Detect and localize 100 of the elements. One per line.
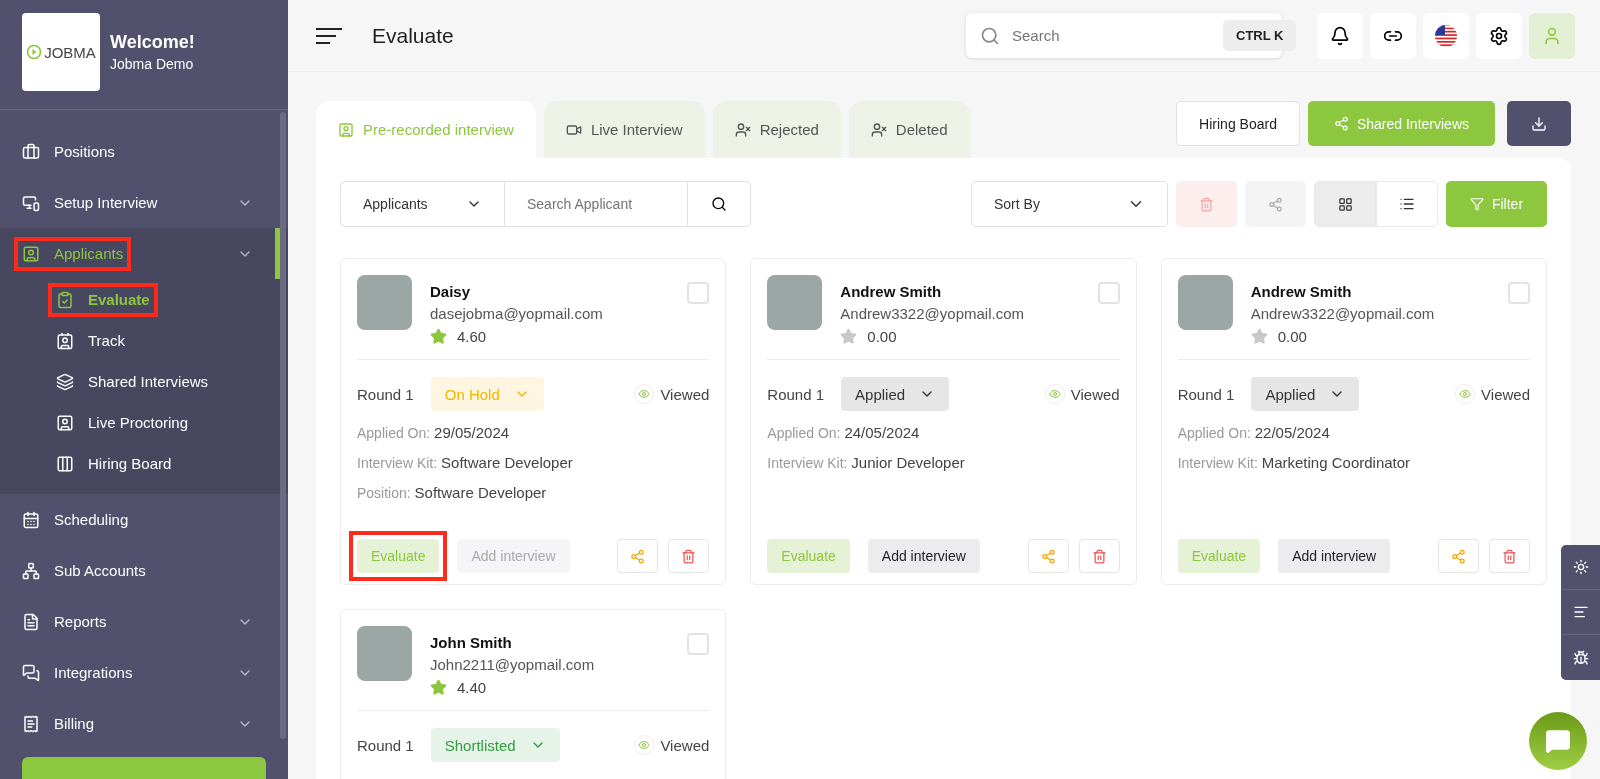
bug-icon [1572,649,1589,666]
sidebar-subitem[interactable]: Live Proctoring [0,402,288,443]
play-icon [26,44,43,60]
detail-line: Interview Kit: Software Developer [357,454,574,471]
grid-icon [1337,196,1353,212]
settings-icon [1489,25,1509,46]
round-label: Round 1 [357,385,414,403]
applicant-name: Andrew Smith [1250,283,1353,300]
sidebar-item[interactable]: Reports [0,596,281,647]
share-icon [1040,548,1056,564]
delete-button[interactable] [1489,539,1530,573]
sort-dropdown[interactable]: Sort By [971,181,1168,227]
sun-icon [1572,559,1589,575]
add-interview-button[interactable]: Add interview [1278,539,1391,573]
hiring-board-button[interactable]: Hiring Board [1176,101,1300,146]
photo-placeholder [1177,275,1233,330]
share-button[interactable] [1027,539,1069,573]
clipboard-icon [56,290,74,309]
rating: 4.60 [457,328,487,345]
sidebar-subitem[interactable]: Evaluate [0,279,288,320]
checkbox[interactable] [687,282,710,304]
chat-icon [1545,728,1571,754]
link-button[interactable] [1370,12,1416,59]
checkbox[interactable] [1508,282,1530,304]
flag-icon [1434,23,1458,48]
sidebar-item[interactable]: Positions [0,126,281,177]
share-icon [1333,116,1349,131]
viewed-label: Viewed [1070,385,1120,403]
trash-icon [1502,548,1517,564]
viewed-label: Viewed [1481,385,1530,403]
delete-button[interactable] [1078,539,1120,573]
user-icon [1542,25,1562,46]
applicant-name: Andrew Smith [840,283,943,300]
rating: 0.00 [1277,328,1307,345]
round-label: Round 1 [1177,385,1235,403]
sidebar-item[interactable]: Billing [0,698,281,749]
sidebar-item[interactable]: Integrations [0,647,281,698]
applicant-name: Daisy [430,283,472,300]
share-button[interactable] [1438,539,1479,573]
applicant-email: Andrew3322@yopmail.com [1250,305,1435,322]
profile-button[interactable] [1529,12,1575,59]
board-icon [56,454,74,473]
applicants-dropdown[interactable]: Applicants [340,181,505,227]
stack-icon [56,372,74,391]
delete-button[interactable] [1176,181,1237,227]
add-interview-button[interactable]: Add interview [867,539,980,573]
user-name: Jobma Demo [110,56,195,72]
shortcut-key: CTRL K [1223,20,1297,51]
photo-placeholder [357,275,412,330]
applicant-email: John2211@yopmail.com [430,656,595,673]
document-icon [22,612,40,631]
applicant-email: dasejobma@yopmail.com [430,305,603,322]
checkbox[interactable] [1097,282,1120,304]
user-x-icon [870,121,887,138]
tab[interactable]: Live Interview [543,101,705,158]
round-label: Round 1 [357,736,414,754]
detail-line: Applied On: 29/05/2024 [357,424,511,441]
sidebar-subitem[interactable]: Track [0,320,288,361]
list-icon [1399,196,1415,212]
settings-button[interactable] [1476,12,1522,59]
delete-button[interactable] [668,539,710,573]
checkbox[interactable] [687,633,710,655]
search-icon [711,196,727,212]
sidebar-item[interactable]: Scheduling [0,494,281,545]
view-toggle[interactable] [1314,181,1376,227]
tab[interactable]: Deleted [848,101,970,158]
user-list-icon [56,331,74,350]
menu-icon[interactable] [316,27,342,44]
download-button[interactable] [1507,101,1571,146]
chat-icon [22,663,40,682]
photo-placeholder [767,275,823,330]
sidebar-subitem[interactable]: Shared Interviews [0,361,288,402]
search-icon [980,25,1000,46]
search-button[interactable] [688,181,751,227]
share-button[interactable] [1245,181,1306,227]
applicant-email: Andrew3322@yopmail.com [840,305,1024,322]
page-title: Evaluate [372,23,454,48]
sidebar-item[interactable]: Sub Accounts [0,545,281,596]
briefcase-icon [22,142,40,161]
search-field[interactable]: Search [1010,26,1213,45]
tab[interactable]: Rejected [712,101,841,158]
trash-icon [1091,548,1107,564]
language-button[interactable] [1423,12,1469,59]
view-toggle[interactable] [1376,181,1438,227]
share-button[interactable] [617,539,659,573]
notifications-button[interactable] [1317,12,1363,59]
rating: 4.40 [457,679,487,696]
detail-line: Interview Kit: Marketing Coordinator [1177,454,1412,471]
sidebar-item[interactable]: Setup Interview [0,177,281,228]
trash-icon [681,548,697,564]
sidebar-subitem[interactable]: Hiring Board [0,443,288,484]
welcome-text: Welcome! [110,32,195,53]
trash-icon [1199,196,1214,212]
viewed-label: Viewed [660,736,710,754]
detail-line: Interview Kit: Junior Developer [767,454,966,471]
status-dropdown[interactable]: Applied [1251,377,1360,411]
applicant-search-field[interactable]: Search Applicant [505,181,688,227]
chat-button[interactable] [1529,712,1587,770]
status-dropdown[interactable]: Applied [841,377,950,411]
share-icon [630,548,646,564]
